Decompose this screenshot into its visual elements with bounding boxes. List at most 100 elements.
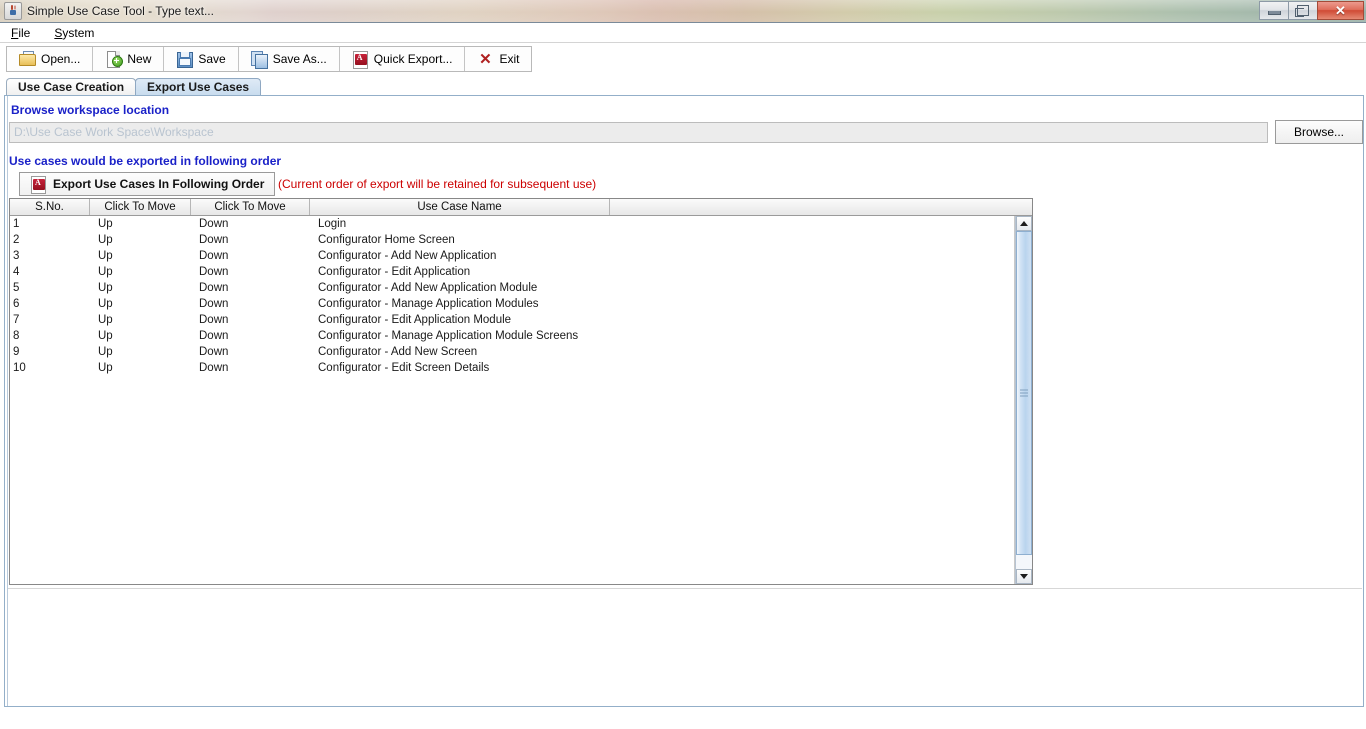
- table-row[interactable]: 2 Up Down Configurator Home Screen: [10, 232, 1014, 248]
- move-up-link[interactable]: Up: [90, 344, 191, 360]
- tab-use-case-creation-label: Use Case Creation: [18, 80, 125, 94]
- floppy-disk-icon: [176, 51, 194, 68]
- move-down-link[interactable]: Down: [191, 296, 310, 312]
- cell-serial-number: 2: [13, 234, 20, 246]
- table-row[interactable]: 4 Up Down Configurator - Edit Application: [10, 264, 1014, 280]
- scrollbar-down-arrow[interactable]: [1016, 569, 1032, 584]
- table-row[interactable]: 1 Up Down Login: [10, 216, 1014, 232]
- cell-serial-number: 7: [13, 314, 20, 326]
- move-up-link[interactable]: Up: [90, 280, 191, 296]
- move-up-link[interactable]: Up: [90, 264, 191, 280]
- move-up-link[interactable]: Up: [90, 296, 191, 312]
- column-header-use-case-name[interactable]: Use Case Name: [310, 199, 610, 215]
- export-use-cases-in-order-button[interactable]: Export Use Cases In Following Order: [19, 172, 276, 196]
- scrollbar-grip-icon: [1020, 389, 1028, 397]
- close-icon: ✕: [1335, 3, 1346, 18]
- quick-export-button[interactable]: Quick Export...: [339, 47, 466, 71]
- scrollbar-up-arrow[interactable]: [1016, 216, 1032, 231]
- save-as-icon: [250, 51, 268, 69]
- open-button-label: Open...: [41, 52, 81, 66]
- minimize-button[interactable]: [1259, 1, 1288, 20]
- save-button[interactable]: Save: [164, 47, 239, 71]
- move-up-link[interactable]: Up: [90, 232, 191, 248]
- table-row[interactable]: 3 Up Down Configurator - Add New Applicatio…: [10, 248, 1014, 264]
- cell-use-case-name: Configurator - Manage Application Module…: [318, 298, 539, 310]
- cell-serial-number: 3: [13, 250, 20, 262]
- move-down-link[interactable]: Down: [191, 248, 310, 264]
- window-controls[interactable]: ✕: [1259, 1, 1364, 20]
- column-header-move-up[interactable]: Click To Move: [90, 199, 191, 215]
- menu-bar: File System: [0, 23, 1366, 43]
- cell-spacer: [610, 232, 1014, 248]
- menu-system[interactable]: System: [51, 25, 97, 41]
- save-button-label: Save: [198, 52, 226, 66]
- table-row[interactable]: 9 Up Down Configurator - Add New Screen: [10, 344, 1014, 360]
- scrollbar-track[interactable]: [1016, 231, 1032, 569]
- move-up-link[interactable]: Up: [90, 312, 191, 328]
- pdf-export-icon: [30, 176, 46, 194]
- move-down-link[interactable]: Down: [191, 328, 310, 344]
- move-down-link[interactable]: Down: [191, 280, 310, 296]
- cell-use-case-name: Configurator - Add New Application Modul…: [318, 282, 538, 294]
- table-vertical-scrollbar[interactable]: [1015, 216, 1032, 584]
- table-row[interactable]: 7 Up Down Configurator - Edit Application M…: [10, 312, 1014, 328]
- move-up-link[interactable]: Up: [90, 360, 191, 376]
- cell-use-case-name: Configurator - Manage Application Module…: [318, 330, 579, 342]
- move-up-link[interactable]: Up: [90, 328, 191, 344]
- save-as-button[interactable]: Save As...: [238, 47, 340, 71]
- cell-serial-number: 5: [13, 282, 20, 294]
- restore-button[interactable]: [1288, 1, 1317, 20]
- column-header-sno[interactable]: S.No.: [10, 199, 90, 215]
- cell-use-case-name: Configurator Home Screen: [318, 234, 455, 246]
- cell-serial-number: 6: [13, 298, 20, 310]
- pdf-export-icon: [352, 51, 368, 69]
- move-down-link[interactable]: Down: [191, 344, 310, 360]
- close-button[interactable]: ✕: [1317, 1, 1364, 20]
- move-up-link[interactable]: Up: [90, 248, 191, 264]
- move-down-link[interactable]: Down: [191, 216, 310, 232]
- table-body: 1 Up Down Login 2 Up Down Configurator Home Scr…: [10, 216, 1015, 584]
- table-body-area: 1 Up Down Login 2 Up Down Configurator Home Scr…: [10, 216, 1032, 584]
- cell-spacer: [610, 328, 1014, 344]
- use-case-order-table: S.No. Click To Move Click To Move Use Ca…: [9, 198, 1033, 585]
- cell-use-case-name: Configurator - Edit Application Module: [318, 314, 512, 326]
- workspace-path-field[interactable]: D:\Use Case Work Space\Workspace: [9, 122, 1268, 143]
- table-row[interactable]: 8 Up Down Configurator - Manage Application…: [10, 328, 1014, 344]
- tab-use-case-creation[interactable]: Use Case Creation: [6, 78, 137, 95]
- table-row[interactable]: 10 Up Down Configurator - Edit Screen Detai…: [10, 360, 1014, 376]
- browse-button-label: Browse...: [1293, 125, 1344, 139]
- export-use-cases-in-order-label: Export Use Cases In Following Order: [53, 177, 265, 191]
- cell-spacer: [610, 344, 1014, 360]
- cell-spacer: [610, 248, 1014, 264]
- move-down-link[interactable]: Down: [191, 264, 310, 280]
- move-down-link[interactable]: Down: [191, 232, 310, 248]
- cell-use-case-name: Configurator - Edit Application: [318, 266, 471, 278]
- open-button[interactable]: Open...: [7, 47, 94, 71]
- minimize-icon: [1267, 10, 1281, 15]
- cell-use-case-name: Configurator - Add New Screen: [318, 346, 478, 358]
- move-down-link[interactable]: Down: [191, 360, 310, 376]
- chevron-up-icon: [1020, 221, 1028, 226]
- column-header-move-down[interactable]: Click To Move: [191, 199, 310, 215]
- window-title: Simple Use Case Tool - Type text...: [27, 4, 214, 18]
- move-up-link[interactable]: Up: [90, 216, 191, 232]
- java-coffee-cup-icon: [4, 2, 22, 20]
- column-header-spacer[interactable]: [610, 199, 1032, 215]
- open-folder-icon: [19, 51, 36, 67]
- close-x-icon: ✕: [479, 50, 492, 68]
- cell-serial-number: 8: [13, 330, 20, 342]
- table-row[interactable]: 6 Up Down Configurator - Manage Application…: [10, 296, 1014, 312]
- cell-spacer: [610, 264, 1014, 280]
- exit-button[interactable]: ✕ Exit: [465, 47, 532, 71]
- tab-export-use-cases[interactable]: Export Use Cases: [135, 78, 262, 95]
- cell-serial-number: 1: [13, 218, 20, 230]
- move-down-link[interactable]: Down: [191, 312, 310, 328]
- browse-button[interactable]: Browse...: [1275, 120, 1363, 144]
- new-button[interactable]: New: [93, 47, 165, 71]
- scrollbar-thumb[interactable]: [1016, 231, 1032, 556]
- chevron-down-icon: [1020, 574, 1028, 579]
- table-row[interactable]: 5 Up Down Configurator - Add New Applicatio…: [10, 280, 1014, 296]
- menu-file[interactable]: File: [8, 25, 33, 41]
- window-titlebar[interactable]: Simple Use Case Tool - Type text... ✕: [0, 0, 1366, 23]
- cell-use-case-name: Login: [318, 218, 347, 230]
